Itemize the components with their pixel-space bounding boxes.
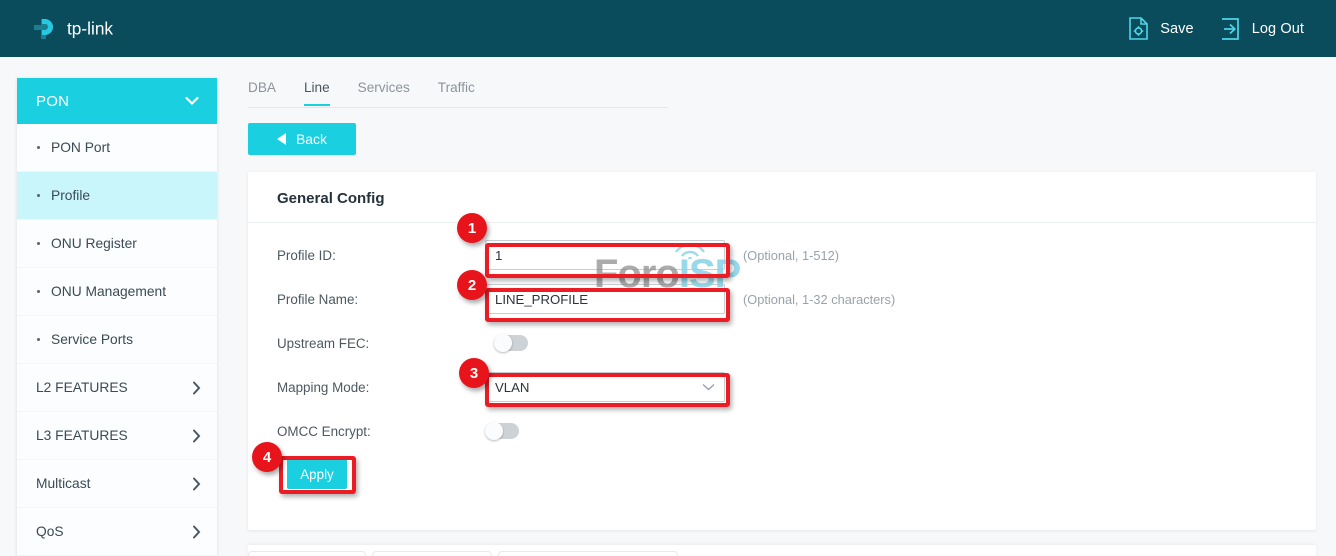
sidebar-item-pon-port[interactable]: PON Port: [17, 124, 217, 172]
profile-id-label: Profile ID:: [277, 248, 485, 263]
tab-line[interactable]: Line: [304, 80, 330, 106]
general-config-panel: General Config Profile ID: (Optional, 1-…: [248, 172, 1316, 530]
sidebar-group-label: L3 FEATURES: [36, 428, 128, 443]
omcc-encrypt-toggle[interactable]: [485, 423, 519, 439]
mapping-mode-control: VLAN: [485, 372, 725, 402]
form-row-profile-name: Profile Name: (Optional, 1-32 characters…: [248, 277, 1316, 321]
profile-id-hint: (Optional, 1-512): [743, 248, 839, 263]
upstream-fec-control: [485, 335, 528, 351]
toggle-knob: [494, 334, 512, 352]
profile-id-control: (Optional, 1-512): [485, 240, 839, 270]
chevron-right-icon: [192, 381, 201, 395]
sidebar-group-multicast[interactable]: Multicast: [17, 460, 217, 508]
sidebar: PON PON Port Profile ONU Register ONU Ma…: [17, 78, 217, 556]
upstream-fec-toggle[interactable]: [494, 335, 528, 351]
tab-traffic[interactable]: Traffic: [438, 80, 475, 104]
sidebar-group-qos[interactable]: QoS: [17, 508, 217, 556]
profile-name-input[interactable]: [485, 284, 725, 314]
app-root: tp-link Save: [0, 0, 1336, 556]
secondary-table-panel: [248, 545, 1316, 556]
triangle-left-icon: [277, 133, 286, 145]
form-row-upstream-fec: Upstream FEC:: [248, 321, 1316, 365]
sidebar-item-label: Profile: [51, 188, 90, 203]
sidebar-group-label: QoS: [36, 524, 64, 539]
table-filter-cell[interactable]: [372, 551, 492, 556]
mapping-mode-label: Mapping Mode:: [277, 380, 485, 395]
omcc-encrypt-label: OMCC Encrypt:: [277, 424, 485, 439]
svg-text:tp-link: tp-link: [67, 19, 113, 38]
bullet-icon: [37, 338, 40, 341]
profile-name-label: Profile Name:: [277, 292, 485, 307]
sidebar-item-label: Service Ports: [51, 332, 133, 347]
tp-link-logo[interactable]: tp-link: [32, 15, 162, 43]
bullet-icon: [37, 146, 40, 149]
sidebar-item-onu-management[interactable]: ONU Management: [17, 268, 217, 316]
table-filter-cell[interactable]: [498, 551, 678, 556]
save-file-gear-icon: [1128, 17, 1149, 40]
apply-button[interactable]: Apply: [287, 459, 347, 489]
sidebar-item-onu-register[interactable]: ONU Register: [17, 220, 217, 268]
sidebar-group-l3-features[interactable]: L3 FEATURES: [17, 412, 217, 460]
form-row-omcc-encrypt: OMCC Encrypt:: [248, 409, 1316, 453]
sidebar-item-label: PON Port: [51, 140, 110, 155]
omcc-encrypt-control: [485, 423, 519, 439]
save-label: Save: [1160, 21, 1193, 37]
back-button[interactable]: Back: [248, 123, 356, 155]
sidebar-group-pon[interactable]: PON: [17, 78, 217, 124]
chevron-right-icon: [192, 525, 201, 539]
profile-name-control: (Optional, 1-32 characters): [485, 284, 895, 314]
sidebar-item-label: ONU Management: [51, 284, 166, 299]
toggle-knob: [485, 422, 503, 440]
sidebar-item-service-ports[interactable]: Service Ports: [17, 316, 217, 364]
bullet-icon: [37, 290, 40, 293]
sidebar-item-profile[interactable]: Profile: [17, 172, 217, 220]
tab-services[interactable]: Services: [358, 80, 410, 104]
table-filter-cell[interactable]: [248, 551, 366, 556]
sidebar-group-l2-features[interactable]: L2 FEATURES: [17, 364, 217, 412]
form-row-mapping-mode: Mapping Mode: VLAN: [248, 365, 1316, 409]
mapping-mode-select[interactable]: VLAN: [485, 372, 725, 402]
profile-id-input[interactable]: [485, 240, 725, 270]
tab-dba[interactable]: DBA: [248, 80, 276, 104]
content-tabs: DBA Line Services Traffic: [248, 80, 668, 108]
form-row-profile-id: Profile ID: (Optional, 1-512): [248, 233, 1316, 277]
logout-button[interactable]: Log Out: [1220, 18, 1304, 40]
bullet-icon: [37, 194, 40, 197]
profile-name-hint: (Optional, 1-32 characters): [743, 292, 895, 307]
sidebar-item-label: ONU Register: [51, 236, 137, 251]
back-button-label: Back: [296, 131, 327, 147]
save-button[interactable]: Save: [1128, 17, 1193, 40]
mapping-mode-value: VLAN: [495, 380, 529, 395]
sidebar-group-pon-label: PON: [36, 93, 69, 110]
bullet-icon: [37, 242, 40, 245]
sidebar-group-label: L2 FEATURES: [36, 380, 128, 395]
panel-title: General Config: [248, 172, 1316, 207]
logout-label: Log Out: [1252, 21, 1304, 37]
logout-arrow-icon: [1220, 18, 1241, 40]
upstream-fec-label: Upstream FEC:: [277, 336, 485, 351]
header-actions: Save Log Out: [1128, 17, 1304, 40]
chevron-down-icon: [702, 383, 715, 391]
tp-link-wordmark: tp-link: [67, 19, 162, 39]
chevron-down-icon: [185, 96, 199, 106]
sidebar-group-label: Multicast: [36, 476, 90, 491]
chevron-right-icon: [192, 429, 201, 443]
general-config-form: Profile ID: (Optional, 1-512) Profile Na…: [248, 223, 1316, 453]
top-header-bar: tp-link Save: [0, 0, 1336, 57]
chevron-right-icon: [192, 477, 201, 491]
tp-link-logo-icon: [32, 15, 60, 43]
